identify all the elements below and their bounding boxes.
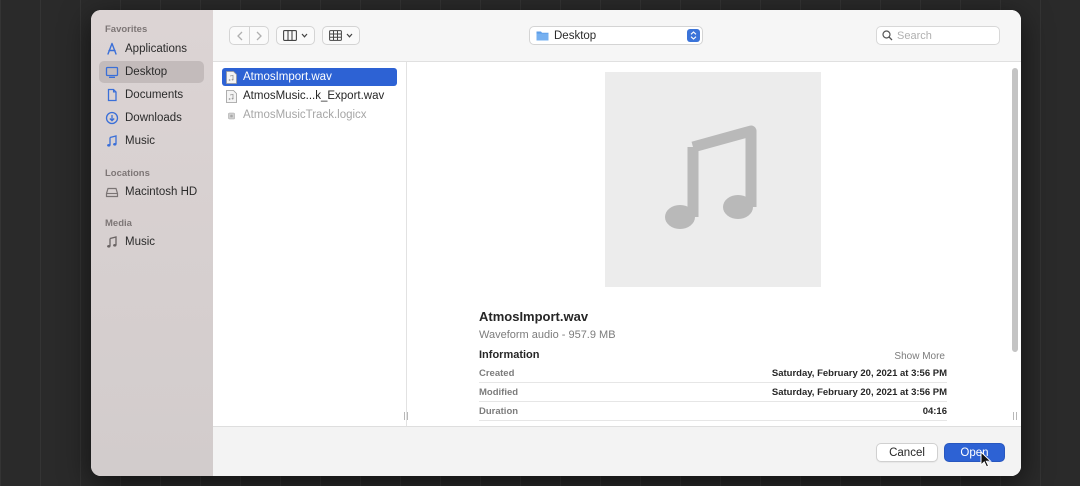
sidebar-item-label: Desktop: [125, 66, 168, 78]
sidebar-item-label: Downloads: [125, 112, 182, 124]
file-row-atmosmusic-export[interactable]: AtmosMusic...k_Export.wav: [222, 87, 397, 105]
chevron-left-icon: [236, 31, 242, 40]
music-note-icon: [665, 125, 757, 229]
folder-icon: [536, 31, 549, 41]
preview-resize-handle[interactable]: [1011, 412, 1019, 422]
file-name: AtmosMusicTrack.logicx: [243, 109, 367, 121]
content-area: Desktop AtmosImport.wav AtmosMusic...k_E…: [213, 10, 1021, 476]
sidebar-section-locations: Locations: [105, 168, 150, 179]
preview-file-name: AtmosImport.wav: [479, 309, 589, 324]
columns-view-icon: [283, 30, 297, 41]
scrollbar-thumb[interactable]: [1012, 68, 1018, 352]
sidebar-item-label: Music: [125, 236, 156, 248]
info-value: 04:16: [922, 405, 947, 417]
sidebar-section-media: Media: [105, 218, 132, 229]
music-note-icon: [105, 235, 119, 249]
open-button[interactable]: Open: [944, 443, 1005, 462]
location-label: Desktop: [554, 29, 597, 42]
view-mode-button[interactable]: [276, 26, 315, 45]
chevron-down-icon: [301, 33, 308, 38]
cancel-button[interactable]: Cancel: [876, 443, 938, 462]
show-more-link[interactable]: Show More: [894, 351, 945, 362]
file-name: AtmosImport.wav: [243, 71, 332, 83]
preview-scrollbar[interactable]: [1011, 68, 1019, 420]
preview-file-kind: Waveform audio - 957.9 MB: [479, 329, 616, 341]
download-icon: [105, 111, 119, 125]
search-input[interactable]: [897, 29, 997, 42]
dialog-footer: Cancel Open: [213, 426, 1021, 476]
chevron-down-icon: [346, 33, 353, 38]
preview-pane: AtmosImport.wav Waveform audio - 957.9 M…: [417, 62, 1011, 426]
column-resize-handle[interactable]: [402, 412, 410, 422]
sidebar-item-label: Documents: [125, 89, 184, 101]
file-row-atmosimport[interactable]: AtmosImport.wav: [222, 68, 397, 86]
forward-button[interactable]: [249, 27, 268, 44]
sidebar-item-applications[interactable]: Applications: [99, 38, 204, 60]
information-heading: Information: [479, 349, 540, 361]
back-button[interactable]: [230, 27, 249, 44]
sidebar-item-media-music[interactable]: Music: [99, 231, 204, 253]
info-key: Modified: [479, 386, 519, 398]
file-thumbnail: [605, 72, 821, 287]
file-row-atmosmusictrack-logicx: AtmosMusicTrack.logicx: [222, 106, 397, 124]
info-row-modified: Modified Saturday, February 20, 2021 at …: [479, 383, 947, 402]
sidebar-section-favorites: Favorites: [105, 24, 148, 35]
info-row-duration: Duration 04:16: [479, 402, 947, 421]
applications-icon: [105, 42, 119, 56]
sidebar-item-documents[interactable]: Documents: [99, 84, 204, 106]
info-row-created: Created Saturday, February 20, 2021 at 3…: [479, 364, 947, 383]
sidebar-item-downloads[interactable]: Downloads: [99, 107, 204, 129]
document-icon: [105, 88, 119, 102]
sidebar-item-macintosh-hd[interactable]: Macintosh HD: [99, 181, 204, 203]
sidebar: Favorites Applications Desktop Documents…: [91, 10, 213, 476]
up-down-chevron-icon: [687, 29, 700, 42]
chevron-right-icon: [256, 31, 262, 40]
back-forward-group: [229, 26, 269, 45]
search-field[interactable]: [876, 26, 1000, 45]
group-by-button[interactable]: [322, 26, 360, 45]
info-key: Created: [479, 367, 515, 379]
sidebar-item-desktop[interactable]: Desktop: [99, 61, 204, 83]
grid-icon: [329, 30, 342, 41]
mouse-cursor-icon: [980, 451, 992, 468]
toolbar: Desktop: [213, 10, 1021, 62]
music-note-icon: [105, 134, 119, 148]
search-icon: [882, 30, 893, 41]
audio-file-icon: [226, 70, 237, 84]
info-value: Saturday, February 20, 2021 at 3:56 PM: [771, 367, 947, 379]
audio-file-icon: [226, 89, 237, 103]
sidebar-item-label: Music: [125, 135, 156, 147]
desktop-icon: [105, 65, 119, 79]
file-name: AtmosMusic...k_Export.wav: [243, 90, 385, 102]
file-list-column: AtmosImport.wav AtmosMusic...k_Export.wa…: [213, 62, 410, 426]
location-popup[interactable]: Desktop: [529, 26, 703, 45]
sidebar-item-label: Applications: [125, 43, 188, 55]
info-key: Duration: [479, 405, 519, 417]
open-file-dialog: Favorites Applications Desktop Documents…: [91, 10, 1021, 476]
hard-drive-icon: [105, 185, 119, 199]
logic-project-icon: [228, 112, 235, 119]
sidebar-item-music[interactable]: Music: [99, 130, 204, 152]
info-value: Saturday, February 20, 2021 at 3:56 PM: [771, 386, 947, 398]
sidebar-item-label: Macintosh HD: [125, 186, 198, 198]
